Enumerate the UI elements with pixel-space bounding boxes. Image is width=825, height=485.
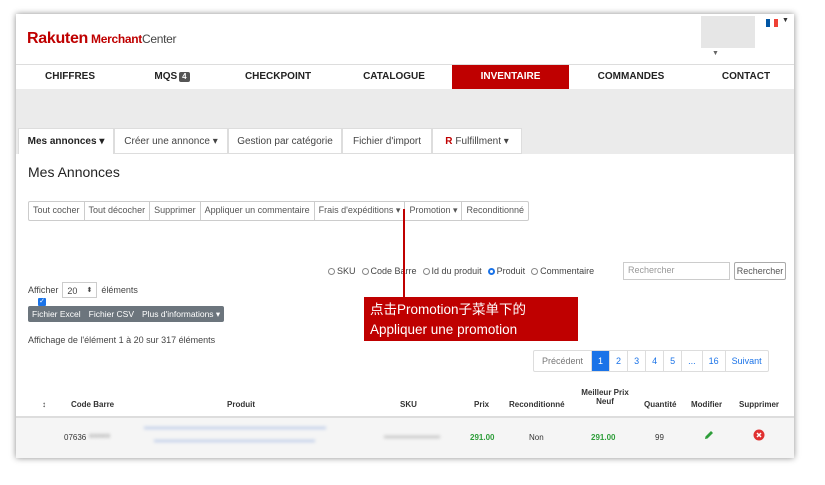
logo-merchant-text: Merchant xyxy=(91,32,142,46)
pagination-page[interactable]: 1 xyxy=(592,351,611,371)
check-all-button[interactable]: Tout cocher xyxy=(29,202,85,220)
cell-reconditioned: Non xyxy=(529,433,544,442)
mqs-badge: 4 xyxy=(179,72,190,82)
col-product[interactable]: Produit xyxy=(227,400,255,409)
rakuten-logo[interactable]: Rakuten MerchantCenter xyxy=(27,30,177,48)
radio-commentaire[interactable]: Commentaire xyxy=(531,266,594,276)
caret-down-icon: ▾ xyxy=(503,136,509,147)
tab-fichier-import[interactable]: Fichier d'import xyxy=(342,128,432,154)
nav-chiffres[interactable]: CHIFFRES xyxy=(34,65,106,89)
header: Rakuten MerchantCenter ▼ ▼ xyxy=(16,14,794,64)
user-avatar[interactable] xyxy=(701,16,755,48)
promotion-dropdown[interactable]: Promotion ▾ xyxy=(405,202,463,220)
search-field-options: SKU Code Barre Id du produit Produit Com… xyxy=(328,266,594,276)
nav-mqs[interactable]: MQS 4 xyxy=(136,65,208,89)
col-reconditioned[interactable]: Reconditionné xyxy=(509,400,565,409)
export-buttons: Fichier Excel Fichier CSV Plus d'informa… xyxy=(28,306,225,322)
col-price[interactable]: Prix xyxy=(474,400,489,409)
col-quantity[interactable]: Quantité xyxy=(644,400,676,409)
radio-code-barre[interactable]: Code Barre xyxy=(361,266,417,276)
nav-inventaire[interactable]: INVENTAIRE xyxy=(452,65,569,89)
spacer-band xyxy=(16,89,794,127)
subnav-tabs: Mes annonces ▾ Créer une annonce ▾ Gesti… xyxy=(16,127,794,154)
table-row: 07636 ■■■■■ ▬▬▬▬▬▬▬▬▬▬▬▬▬▬▬▬▬▬▬▬▬▬▬▬▬▬ ▬… xyxy=(16,418,794,458)
radio-checked-icon xyxy=(487,267,495,275)
delete-button[interactable]: Supprimer xyxy=(150,202,201,220)
shipping-fees-dropdown[interactable]: Frais d'expéditions ▾ xyxy=(315,202,406,220)
uncheck-all-button[interactable]: Tout décocher xyxy=(85,202,151,220)
nav-commandes[interactable]: COMMANDES xyxy=(586,65,676,89)
delete-x-icon[interactable] xyxy=(753,429,765,443)
search-input[interactable]: Rechercher xyxy=(623,262,730,280)
table-header: ↕ Code Barre Produit SKU Prix Reconditio… xyxy=(16,378,794,418)
tab-gestion-categorie[interactable]: Gestion par catégorie xyxy=(228,128,342,154)
apply-comment-button[interactable]: Appliquer un commentaire xyxy=(201,202,315,220)
col-edit: Modifier xyxy=(691,400,723,409)
pagination-page[interactable]: 2 xyxy=(610,351,629,371)
nav-checkpoint[interactable]: CHECKPOINT xyxy=(238,65,318,89)
page-size-select[interactable]: 20 ⬍ xyxy=(62,282,98,298)
reconditioned-button[interactable]: Reconditionné xyxy=(462,202,528,220)
rakuten-r-icon: R xyxy=(445,136,453,147)
caret-down-icon[interactable]: ▼ xyxy=(712,50,719,57)
radio-icon xyxy=(361,267,369,275)
col-barcode[interactable]: Code Barre xyxy=(71,400,114,409)
sort-icon[interactable]: ↕ xyxy=(42,400,46,409)
row-checkbox[interactable]: ✓ xyxy=(38,298,46,306)
page-title: Mes Annonces xyxy=(28,164,120,180)
results-summary: Affichage de l'élément 1 à 20 sur 317 él… xyxy=(28,335,216,345)
tab-mes-annonces[interactable]: Mes annonces ▾ xyxy=(18,128,114,154)
radio-icon xyxy=(422,267,430,275)
radio-produit[interactable]: Produit xyxy=(487,266,525,276)
blurred-sku: ▬▬▬▬▬▬▬▬ xyxy=(384,433,440,440)
radio-id-produit[interactable]: Id du produit xyxy=(422,266,482,276)
nav-catalogue[interactable]: CATALOGUE xyxy=(354,65,434,89)
tab-creer-annonce[interactable]: Créer une annonce ▾ xyxy=(114,128,228,154)
blurred-product-link[interactable]: ▬▬▬▬▬▬▬▬▬▬▬▬▬▬▬▬▬▬▬▬▬▬▬▬▬▬ xyxy=(144,424,326,431)
pencil-edit-icon[interactable] xyxy=(703,429,715,443)
col-best-price[interactable]: Meilleur Prix Neuf xyxy=(580,388,630,406)
pagination: Précédent 1 2 3 4 5 ... 16 Suivant xyxy=(533,350,769,372)
col-delete: Supprimer xyxy=(739,400,780,409)
col-sku[interactable]: SKU xyxy=(400,400,417,409)
pagination-page[interactable]: 5 xyxy=(664,351,683,371)
logo-center-text: Center xyxy=(141,32,177,46)
cell-barcode: 07636 xyxy=(64,433,87,442)
radio-icon xyxy=(328,267,335,275)
radio-sku[interactable]: SKU xyxy=(328,266,356,276)
french-flag-icon[interactable] xyxy=(766,19,778,27)
main-nav: CHIFFRES MQS 4 CHECKPOINT CATALOGUE INVEN… xyxy=(16,64,794,90)
nav-contact[interactable]: CONTACT xyxy=(706,65,786,89)
export-excel-button[interactable]: Fichier Excel xyxy=(28,306,85,322)
more-info-dropdown[interactable]: Plus d'informations ▾ xyxy=(138,306,224,322)
blurred-product-link[interactable]: ▬▬▬▬▬▬▬▬▬▬▬▬▬▬▬▬▬▬▬▬▬▬▬ xyxy=(154,437,315,444)
app-window: Rakuten MerchantCenter ▼ ▼ CHIFFRES MQS 4 … xyxy=(16,14,794,458)
callout-pointer-line xyxy=(403,209,405,297)
blurred-barcode: ■■■■■ xyxy=(89,433,111,440)
stepper-icon: ⬍ xyxy=(86,287,93,294)
pagination-next[interactable]: Suivant xyxy=(726,351,768,371)
pagination-page[interactable]: 16 xyxy=(703,351,726,371)
language-caret-icon[interactable]: ▼ xyxy=(782,17,789,24)
cell-best-price: 291.00 xyxy=(591,433,616,442)
caret-down-icon: ▾ xyxy=(99,136,105,147)
cell-quantity: 99 xyxy=(655,433,664,442)
caret-down-icon: ▾ xyxy=(212,136,218,147)
tab-fulfillment[interactable]: R Fulfillment ▾ xyxy=(432,128,522,154)
cell-price: 291.00 xyxy=(470,433,495,442)
search-button[interactable]: Rechercher xyxy=(734,262,786,280)
pagination-ellipsis: ... xyxy=(682,351,703,371)
logo-rakuten-text: Rakuten xyxy=(27,30,89,47)
export-csv-button[interactable]: Fichier CSV xyxy=(85,306,138,322)
pagination-page[interactable]: 3 xyxy=(628,351,647,371)
pagination-prev[interactable]: Précédent xyxy=(534,351,593,371)
annotation-callout: 点击Promotion子菜单下的 Appliquer une promotion xyxy=(364,297,578,341)
radio-icon xyxy=(531,267,539,275)
page-size-control: Afficher 20 ⬍ éléments xyxy=(28,282,138,298)
bulk-actions-group: Tout cocher Tout décocher Supprimer Appl… xyxy=(28,201,530,221)
pagination-page[interactable]: 4 xyxy=(646,351,665,371)
